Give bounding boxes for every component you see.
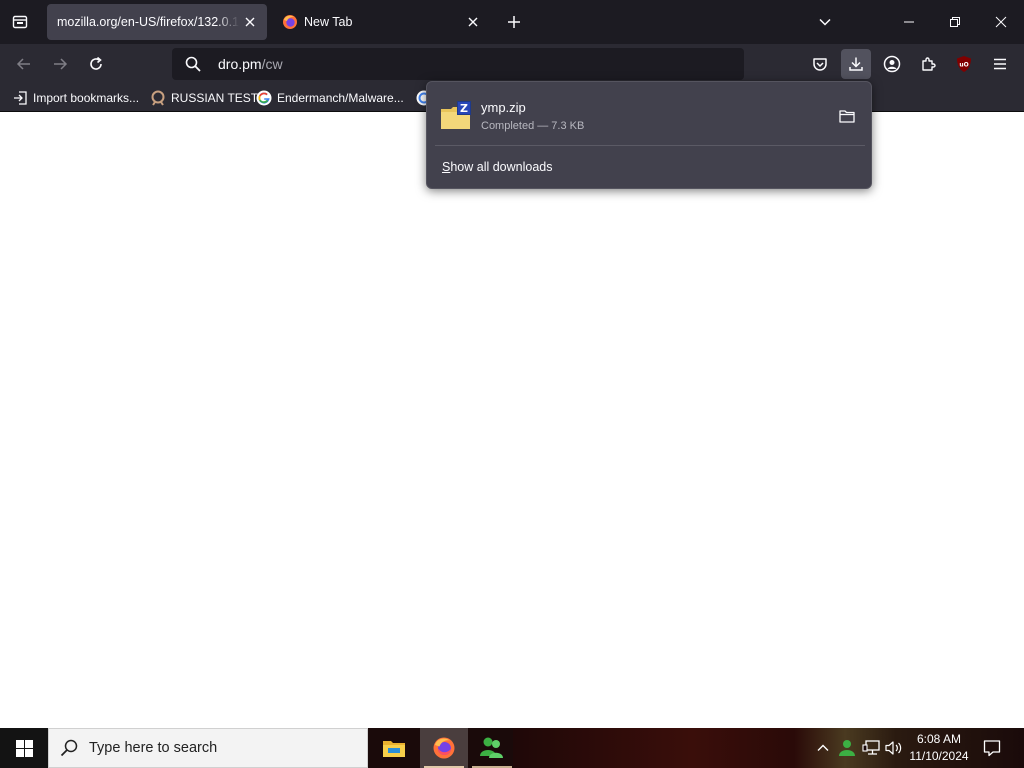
app-menu-button[interactable] bbox=[985, 49, 1015, 79]
svg-text:uO: uO bbox=[959, 62, 968, 69]
import-icon bbox=[12, 90, 28, 106]
url-bar[interactable]: dro.pm/cw bbox=[172, 48, 744, 80]
hamburger-menu-icon bbox=[994, 58, 1006, 70]
navigation-toolbar: dro.pm/cw uO bbox=[0, 44, 1024, 84]
reload-icon bbox=[90, 56, 102, 70]
minimize-icon bbox=[904, 21, 914, 23]
taskbar-clock[interactable]: 6:08 AM 11/10/2024 bbox=[904, 731, 974, 765]
page-content bbox=[0, 113, 1024, 728]
close-icon bbox=[995, 16, 1007, 28]
russian-test-favicon bbox=[150, 90, 166, 106]
download-item[interactable]: Z ymp.zip Completed — 7.3 KB bbox=[433, 88, 867, 144]
restore-icon bbox=[950, 17, 960, 27]
bookmark-label: RUSSIAN TEST bbox=[171, 91, 259, 105]
close-window-button[interactable] bbox=[978, 0, 1024, 44]
file-explorer-icon bbox=[383, 741, 405, 757]
puzzle-piece-icon bbox=[922, 57, 936, 71]
list-all-tabs-button[interactable] bbox=[813, 10, 837, 34]
zip-archive-icon: Z bbox=[439, 99, 473, 133]
back-arrow-icon bbox=[16, 58, 30, 70]
folder-icon bbox=[839, 110, 855, 123]
firefox-icon bbox=[433, 737, 455, 759]
ublock-shield-icon: uO bbox=[957, 56, 971, 72]
pocket-icon bbox=[813, 58, 827, 71]
windows-logo-icon bbox=[15, 739, 33, 757]
account-icon bbox=[883, 55, 901, 73]
forward-arrow-icon bbox=[54, 58, 68, 70]
downloads-button[interactable] bbox=[841, 49, 871, 79]
panel-separator bbox=[435, 145, 865, 146]
tab-strip: mozilla.org/en-US/firefox/132.0.1/whatsn… bbox=[0, 0, 1024, 44]
search-placeholder: Type here to search bbox=[89, 740, 218, 756]
taskbar-msn-messenger[interactable] bbox=[468, 728, 516, 768]
url-text[interactable]: dro.pm/cw bbox=[218, 56, 283, 72]
download-info: ymp.zip Completed — 7.3 KB bbox=[481, 100, 584, 132]
taskbar-file-explorer[interactable] bbox=[370, 728, 418, 768]
notification-icon bbox=[983, 740, 1001, 757]
tray-volume[interactable] bbox=[884, 738, 904, 758]
download-status: Completed — 7.3 KB bbox=[481, 120, 585, 132]
bookmark-import[interactable]: Import bookmarks... bbox=[12, 89, 139, 107]
reload-button[interactable] bbox=[82, 50, 110, 78]
show-all-label: how all downloads bbox=[450, 160, 553, 174]
new-tab-button[interactable] bbox=[502, 10, 526, 34]
tab-title: mozilla.org/en-US/firefox/132.0.1/whatsn… bbox=[57, 15, 239, 29]
start-button[interactable] bbox=[0, 728, 48, 768]
close-tab-icon[interactable] bbox=[239, 11, 261, 33]
network-icon bbox=[862, 740, 880, 755]
close-tab-icon[interactable] bbox=[462, 11, 484, 33]
ublock-origin-button[interactable]: uO bbox=[949, 49, 979, 79]
windows-taskbar: Type here to search 6:08 AM 11/10/2024 bbox=[0, 728, 1024, 768]
search-icon bbox=[184, 55, 202, 73]
show-in-folder-button[interactable] bbox=[835, 104, 859, 128]
taskbar-search-box[interactable]: Type here to search bbox=[48, 728, 368, 768]
chevron-down-icon bbox=[819, 18, 831, 26]
tray-network[interactable] bbox=[861, 738, 881, 758]
firefox-view-button[interactable] bbox=[8, 10, 32, 34]
bookmark-russian-test[interactable]: RUSSIAN TEST bbox=[150, 89, 258, 107]
firefox-favicon-icon bbox=[283, 15, 297, 29]
extensions-button[interactable] bbox=[913, 49, 943, 79]
tab-new-tab[interactable]: New Tab bbox=[276, 4, 490, 40]
speaker-icon bbox=[885, 741, 902, 755]
url-path: /cw bbox=[261, 56, 283, 72]
show-hidden-icons-button[interactable] bbox=[813, 738, 833, 758]
downloads-panel: Z ymp.zip Completed — 7.3 KB Show all do… bbox=[426, 81, 872, 189]
tab-title: New Tab bbox=[304, 15, 353, 29]
tray-messenger-status[interactable] bbox=[837, 738, 857, 758]
firefox-view-icon bbox=[12, 15, 28, 29]
pocket-button[interactable] bbox=[805, 49, 835, 79]
download-icon bbox=[849, 57, 863, 71]
account-button[interactable] bbox=[877, 49, 907, 79]
bookmark-label: Import bookmarks... bbox=[33, 91, 140, 105]
bookmark-label: Endermanch/Malware... bbox=[277, 91, 404, 105]
back-button[interactable] bbox=[10, 50, 38, 78]
svg-text:Z: Z bbox=[460, 102, 468, 115]
restore-button[interactable] bbox=[932, 0, 978, 44]
messenger-user-icon bbox=[839, 740, 855, 756]
forward-button[interactable] bbox=[46, 50, 74, 78]
search-icon bbox=[60, 739, 78, 757]
action-center-button[interactable] bbox=[980, 736, 1004, 760]
show-all-downloads-button[interactable]: Show all downloads bbox=[442, 160, 553, 174]
tab-whatsnew[interactable]: mozilla.org/en-US/firefox/132.0.1/whatsn… bbox=[47, 4, 267, 40]
plus-icon bbox=[508, 16, 520, 28]
msn-messenger-icon bbox=[480, 737, 503, 758]
download-filename: ymp.zip bbox=[481, 100, 526, 115]
minimize-button[interactable] bbox=[886, 0, 932, 44]
chevron-up-icon bbox=[817, 744, 829, 751]
taskbar-firefox[interactable] bbox=[420, 728, 468, 768]
clock-date: 11/10/2024 bbox=[909, 749, 969, 763]
url-host: dro.pm bbox=[218, 56, 262, 72]
google-favicon bbox=[256, 90, 272, 106]
clock-time: 6:08 AM bbox=[916, 732, 962, 746]
bookmark-endermanch[interactable]: Endermanch/Malware... bbox=[256, 89, 404, 107]
